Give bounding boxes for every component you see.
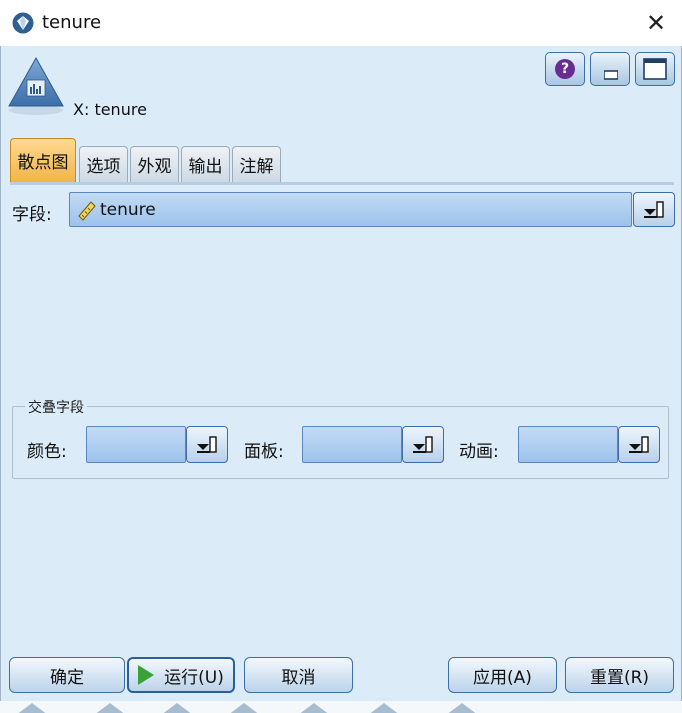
maximize-button[interactable] [635, 52, 675, 86]
title-bar: tenure ✕ [0, 0, 682, 46]
palette-node-icon [8, 703, 56, 713]
color-label: 颜色: [27, 442, 67, 462]
tab-output[interactable]: 输出 [181, 146, 230, 182]
palette-node-icon [153, 703, 201, 713]
maximize-icon [643, 58, 667, 80]
help-button[interactable]: ? [545, 52, 585, 86]
histogram-node-icon [8, 56, 64, 115]
apply-button-label: 应用(A) [473, 667, 532, 688]
tab-scatterplot[interactable]: 散点图 [10, 138, 76, 182]
tab-divider [10, 182, 674, 185]
palette-node-icon [438, 703, 486, 713]
palette-node-icon [86, 703, 134, 713]
ok-button[interactable]: 确定 [9, 657, 125, 693]
node-palette-strip [0, 701, 682, 713]
palette-node-icon [290, 703, 338, 713]
node-label: X: tenure [73, 100, 147, 119]
panel-picker-button[interactable] [402, 426, 444, 463]
animation-picker-button[interactable] [618, 426, 660, 463]
field-picker-icon [629, 436, 649, 453]
close-icon[interactable]: ✕ [640, 8, 672, 38]
reset-button[interactable]: 重置(R) [565, 657, 674, 693]
panel-field-select[interactable] [302, 426, 402, 463]
cancel-button-label: 取消 [281, 667, 316, 688]
app-diamond-icon [12, 12, 34, 34]
panel-label: 面板: [244, 442, 284, 462]
cancel-button[interactable]: 取消 [244, 657, 353, 693]
dialog-body: X: tenure ? 散点图 选项 外观 输出 注解 字段: tenure 交… [0, 46, 682, 701]
ok-button-label: 确定 [50, 667, 84, 688]
run-button[interactable]: 运行(U) [127, 657, 235, 693]
field-select[interactable]: tenure [69, 192, 632, 227]
minimize-icon [604, 70, 618, 80]
continuous-ruler-icon [78, 201, 96, 221]
tab-annotations[interactable]: 注解 [232, 146, 281, 182]
field-label: 字段: [12, 205, 52, 225]
run-play-icon [138, 665, 155, 685]
field-picker-icon [413, 436, 433, 453]
field-value: tenure [100, 200, 156, 220]
palette-node-icon [220, 703, 268, 713]
color-picker-button[interactable] [186, 426, 228, 463]
animation-label: 动画: [459, 442, 499, 462]
palette-node-icon [360, 703, 408, 713]
apply-button[interactable]: 应用(A) [448, 657, 557, 693]
color-field-select[interactable] [86, 426, 186, 463]
minimize-button[interactable] [590, 52, 630, 86]
tab-options[interactable]: 选项 [79, 146, 128, 182]
field-picker-button[interactable] [633, 192, 675, 227]
field-picker-icon [644, 201, 664, 218]
window-title: tenure [42, 12, 102, 33]
tab-appearance[interactable]: 外观 [130, 146, 179, 182]
run-button-label: 运行(U) [164, 667, 224, 688]
field-picker-icon [197, 436, 217, 453]
overlay-group-title: 交叠字段 [25, 397, 87, 417]
animation-field-select[interactable] [518, 426, 618, 463]
question-mark-icon: ? [555, 59, 575, 79]
reset-button-label: 重置(R) [589, 667, 650, 688]
